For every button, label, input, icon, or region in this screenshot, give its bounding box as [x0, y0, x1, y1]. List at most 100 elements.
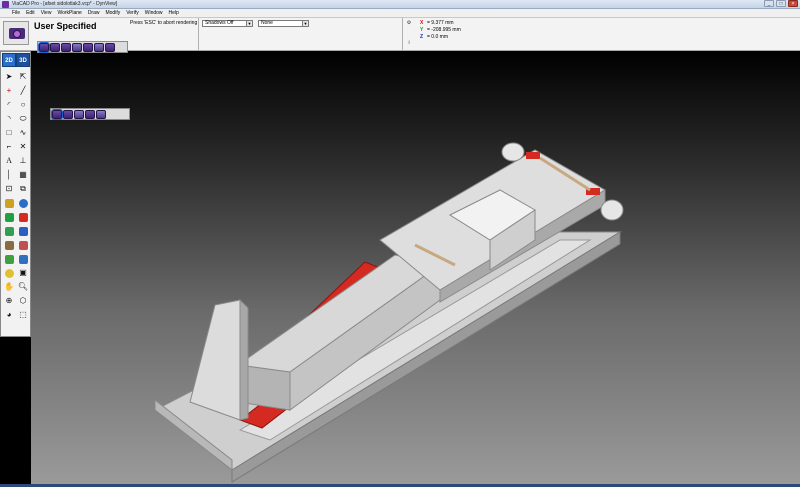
- view-style-3-icon[interactable]: [74, 109, 84, 119]
- render-mode-label: User Specified: [34, 21, 97, 31]
- background-select-value: None: [261, 20, 273, 26]
- title-bar: ViaCAD Pro - [afset sidolotlak3.vcp* - D…: [0, 0, 800, 9]
- pattern-icon[interactable]: ⧉: [16, 182, 30, 196]
- mesh-icon[interactable]: [16, 252, 30, 266]
- x-value: = 9.377 mm: [427, 20, 454, 26]
- camera-lens-icon: [13, 30, 21, 38]
- end-upright: [189, 299, 241, 421]
- render-style-4-icon[interactable]: [72, 42, 82, 52]
- select-arrow-icon[interactable]: ➤: [2, 70, 16, 84]
- revolve-icon[interactable]: [2, 238, 16, 252]
- maximize-button[interactable]: □: [776, 0, 786, 7]
- app-icon[interactable]: [2, 1, 9, 8]
- arc-alt-icon[interactable]: ◝: [2, 112, 16, 126]
- select-arrow-alt-icon[interactable]: ⇱: [16, 70, 30, 84]
- separator: [402, 18, 403, 50]
- render-style-3-icon[interactable]: [61, 42, 71, 52]
- loft-icon[interactable]: [16, 238, 30, 252]
- model-drawing: [154, 142, 624, 483]
- transform-icon[interactable]: ⊡: [2, 182, 16, 196]
- view-style-1-icon[interactable]: [51, 108, 63, 120]
- y-value: = -208.995 mm: [427, 27, 461, 33]
- circle-icon[interactable]: ○: [16, 98, 30, 112]
- x-label: X: [420, 20, 424, 26]
- menu-workplane[interactable]: WorkPlane: [57, 10, 81, 16]
- end-upright-side: [239, 298, 249, 421]
- end-roller-top: [501, 142, 525, 162]
- chevron-down-icon: ▼: [302, 21, 308, 26]
- render-style-7-icon[interactable]: [105, 42, 115, 52]
- divider-icon[interactable]: │: [2, 168, 16, 182]
- dimension-icon[interactable]: ⊥: [16, 154, 30, 168]
- 3d-viewport[interactable]: [31, 51, 800, 484]
- menu-edit[interactable]: Edit: [26, 10, 35, 16]
- menu-view[interactable]: View: [41, 10, 52, 16]
- y-label: Y: [420, 27, 424, 33]
- render-shaded-icon[interactable]: ◕: [2, 308, 16, 322]
- rectangle-icon[interactable]: □: [2, 126, 16, 140]
- window-title: ViaCAD Pro - [afset sidolotlak3.vcp* - D…: [12, 1, 118, 7]
- menu-bar: File Edit View WorkPlane Draw Modify Ver…: [0, 9, 800, 18]
- extrude-icon[interactable]: [2, 196, 16, 210]
- coordinate-settings-icon[interactable]: ⚙: [406, 20, 412, 26]
- close-button[interactable]: ×: [788, 0, 798, 7]
- render-style-1-icon[interactable]: [38, 41, 50, 53]
- roller-collar: [526, 152, 540, 159]
- render-style-2-icon[interactable]: [50, 42, 60, 52]
- tab-2d[interactable]: 2D: [2, 53, 16, 67]
- render-style-6-icon[interactable]: [94, 42, 104, 52]
- render-wire-icon[interactable]: ⬚: [16, 308, 30, 322]
- boolean-icon[interactable]: [2, 224, 16, 238]
- info-icon[interactable]: i: [406, 40, 412, 46]
- fillet-icon[interactable]: ⌐: [2, 140, 16, 154]
- sphere-icon[interactable]: [16, 196, 30, 210]
- surface-icon[interactable]: [2, 252, 16, 266]
- palette-tabs: 2D 3D: [2, 53, 30, 67]
- ellipse-icon[interactable]: ⬭: [16, 112, 30, 126]
- chevron-down-icon: ▼: [246, 21, 252, 26]
- menu-window[interactable]: Window: [145, 10, 163, 16]
- shadows-select-value: Shadows Off: [205, 20, 234, 26]
- trim-icon[interactable]: ✕: [16, 140, 30, 154]
- end-roller-right: [600, 199, 624, 221]
- menu-verify[interactable]: Verify: [126, 10, 139, 16]
- tab-3d[interactable]: 3D: [16, 53, 30, 67]
- view-orbit-icon[interactable]: ⊕: [2, 294, 16, 308]
- tool-palette: 2D 3D ➤ ⇱ + ╱ ◜ ○ ◝ ⬭ □ ∿ ⌐ ✕ A ⊥ │ ▦ ⊡ …: [0, 51, 31, 337]
- hatch-icon[interactable]: ▦: [16, 168, 30, 182]
- background-select[interactable]: None ▼: [258, 20, 309, 27]
- view-style-toolbar: [50, 108, 130, 120]
- zoom-icon[interactable]: 🔍︎: [16, 280, 30, 294]
- view-style-2-icon[interactable]: [63, 109, 73, 119]
- point-icon[interactable]: +: [2, 84, 16, 98]
- view-cube-icon[interactable]: ⬡: [16, 294, 30, 308]
- minimize-button[interactable]: _: [764, 0, 774, 7]
- arc-icon[interactable]: ◜: [2, 98, 16, 112]
- tool-grid: ➤ ⇱ + ╱ ◜ ○ ◝ ⬭ □ ∿ ⌐ ✕ A ⊥ │ ▦ ⊡ ⧉ ▣ ✋ …: [2, 70, 30, 322]
- menu-help[interactable]: Help: [169, 10, 179, 16]
- z-label: Z: [420, 34, 424, 40]
- line-icon[interactable]: ╱: [16, 84, 30, 98]
- cylinder-icon[interactable]: [16, 210, 30, 224]
- menu-modify[interactable]: Modify: [105, 10, 120, 16]
- view-style-5-icon[interactable]: [96, 109, 106, 119]
- separator: [198, 18, 199, 50]
- window-controls: _ □ ×: [764, 0, 798, 7]
- render-style-toolbar: [37, 41, 128, 53]
- text-tool-icon[interactable]: A: [2, 154, 16, 168]
- coordinate-readout: X = 9.377 mm Y = -208.995 mm Z = 0.0 mm: [420, 20, 461, 41]
- light-icon[interactable]: [2, 266, 16, 280]
- render-mode-button[interactable]: [3, 21, 29, 45]
- render-style-5-icon[interactable]: [83, 42, 93, 52]
- render-hint: Press 'ESC' to abort rendering: [130, 20, 198, 26]
- menu-file[interactable]: File: [12, 10, 20, 16]
- menu-draw[interactable]: Draw: [88, 10, 100, 16]
- shell-icon[interactable]: [16, 224, 30, 238]
- pan-hand-icon[interactable]: ✋: [2, 280, 16, 294]
- gallery-icon[interactable]: ▣: [16, 266, 30, 280]
- view-style-4-icon[interactable]: [85, 109, 95, 119]
- shadows-select[interactable]: Shadows Off ▼: [202, 20, 253, 27]
- z-value: = 0.0 mm: [427, 34, 448, 40]
- spline-icon[interactable]: ∿: [16, 126, 30, 140]
- solid-box-icon[interactable]: [2, 210, 16, 224]
